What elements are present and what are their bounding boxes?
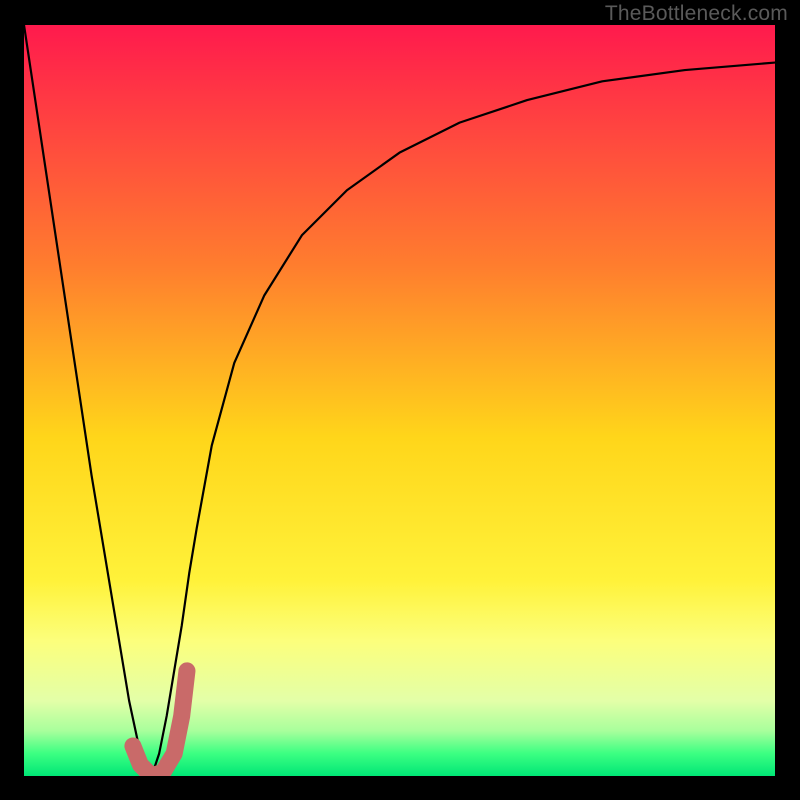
plot-area [24, 25, 775, 776]
chart-svg [24, 25, 775, 776]
chart-frame: TheBottleneck.com [0, 0, 800, 800]
watermark-text: TheBottleneck.com [605, 2, 788, 26]
gradient-background [24, 25, 775, 776]
